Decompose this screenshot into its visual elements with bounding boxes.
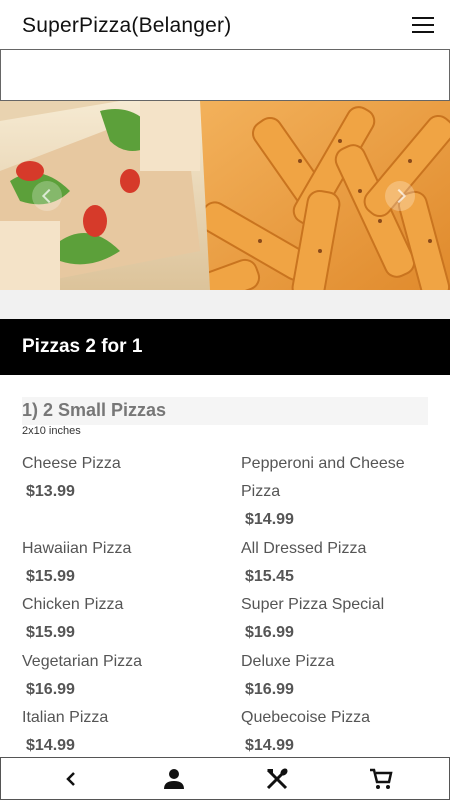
menu-item-name[interactable]: Cheese Pizza <box>22 455 121 473</box>
menu-item-price: $13.99 <box>26 483 75 500</box>
fork-knife-icon[interactable] <box>247 758 307 799</box>
menu-item-name[interactable]: Italian Pizza <box>22 709 108 727</box>
menu-item-name-line2[interactable]: Pizza <box>241 483 280 501</box>
menu-item-price: $15.45 <box>245 568 294 585</box>
search-input[interactable] <box>1 50 449 100</box>
hamburger-menu-icon[interactable] <box>412 17 434 33</box>
menu-item-name[interactable]: Quebecoise Pizza <box>241 709 370 727</box>
menu-item-name[interactable]: Super Pizza Special <box>241 596 384 614</box>
bottom-nav <box>0 757 450 800</box>
back-chevron-icon[interactable] <box>41 758 101 799</box>
carousel-next-icon[interactable] <box>385 181 415 211</box>
menu-item-name[interactable]: All Dressed Pizza <box>241 540 366 558</box>
menu-item-price: $14.99 <box>245 737 294 754</box>
menu-item-name[interactable]: Pepperoni and Cheese <box>241 455 405 473</box>
search-box[interactable] <box>0 49 450 101</box>
section-title: Pizzas 2 for 1 <box>22 336 143 357</box>
group-subtitle: 2x10 inches <box>22 425 81 437</box>
menu-item-price: $15.99 <box>26 624 75 641</box>
carousel-prev-icon[interactable] <box>32 181 62 211</box>
group-title: 1) 2 Small Pizzas <box>22 400 167 420</box>
menu-item-price: $14.99 <box>245 511 294 528</box>
group-header: 1) 2 Small Pizzas <box>22 397 428 425</box>
cart-icon[interactable] <box>351 758 411 799</box>
menu-item-name[interactable]: Vegetarian Pizza <box>22 653 142 671</box>
hero-image <box>0 101 450 290</box>
app-title: SuperPizza(Belanger) <box>22 14 232 37</box>
menu-item-price: $16.99 <box>245 681 294 698</box>
spacer <box>0 290 450 319</box>
menu-item-price: $16.99 <box>245 624 294 641</box>
menu-item-price: $14.99 <box>26 737 75 754</box>
top-bar: SuperPizza(Belanger) <box>0 0 450 50</box>
user-icon[interactable] <box>144 758 204 799</box>
menu-item-name[interactable]: Hawaiian Pizza <box>22 540 131 558</box>
section-header: Pizzas 2 for 1 <box>0 319 450 375</box>
menu-item-name[interactable]: Deluxe Pizza <box>241 653 334 671</box>
menu-item-price: $15.99 <box>26 568 75 585</box>
menu-item-name[interactable]: Chicken Pizza <box>22 596 123 614</box>
menu-item-price: $16.99 <box>26 681 75 698</box>
hero-banner[interactable] <box>0 101 450 290</box>
